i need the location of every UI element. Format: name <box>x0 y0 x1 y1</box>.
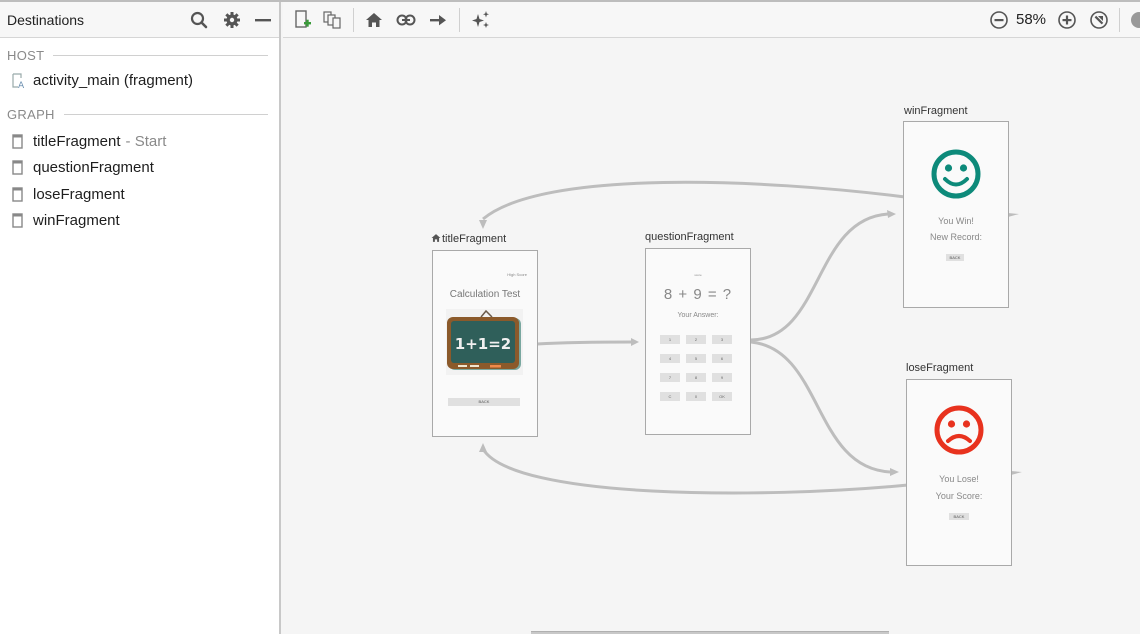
winFragment-label: winFragment <box>904 105 968 117</box>
search-icon[interactable] <box>189 10 209 30</box>
destinations-panel: Destinations HOST A activity_main (fragm… <box>0 2 281 634</box>
edge-title-to-question[interactable] <box>536 340 634 346</box>
exit-arrow <box>1011 471 1022 475</box>
score-text: score <box>694 273 702 277</box>
titleFragment-label: titleFragment <box>431 233 506 246</box>
toolbar-divider <box>353 8 354 32</box>
arrowhead <box>479 443 487 452</box>
zoom-level: 58% <box>1016 11 1047 28</box>
assign-start-icon[interactable] <box>363 9 385 31</box>
item-label: winFragment <box>33 212 120 230</box>
arrowhead <box>631 338 639 346</box>
arrowhead <box>887 210 896 218</box>
graph-canvas[interactable]: titleFragment High Score Calculation Tes… <box>283 39 1140 634</box>
graph-item-winFragment[interactable]: winFragment <box>0 208 279 235</box>
key-clear: C <box>660 392 680 401</box>
your-score-text: Your Score: <box>935 491 983 501</box>
arrowhead <box>479 220 487 229</box>
destinations-title: Destinations <box>7 11 85 28</box>
item-label: questionFragment <box>33 159 154 177</box>
panel-toggle-icon[interactable] <box>1128 9 1140 31</box>
smiley-face-icon <box>930 148 982 200</box>
fragment-icon <box>12 134 24 149</box>
arrowhead <box>890 468 899 476</box>
titleFragment-node[interactable]: High Score Calculation Test 1+1=2 BACK <box>432 250 538 437</box>
deeplink-icon[interactable] <box>395 9 417 31</box>
edge-question-to-win[interactable] <box>750 212 889 342</box>
auto-arrange-icon[interactable] <box>470 9 492 31</box>
toolbar-divider <box>459 8 460 32</box>
item-label: titleFragment <box>33 132 121 150</box>
win-text: You Win! <box>938 216 974 226</box>
loseFragment-node[interactable]: You Lose! Your Score: BACK <box>906 379 1012 566</box>
graph-section-label: GRAPH <box>0 106 279 122</box>
zoom-out-icon[interactable] <box>988 9 1010 31</box>
key-2: 2 <box>686 335 706 344</box>
keypad: 1 2 3 4 5 6 7 8 9 C 0 OK <box>660 335 732 401</box>
key-ok: OK <box>712 392 732 401</box>
divider <box>63 113 268 115</box>
key-9: 9 <box>712 373 732 382</box>
nested-graph-icon[interactable] <box>322 9 344 31</box>
graph-item-questionFragment[interactable]: questionFragment <box>0 155 279 182</box>
zoom-to-fit-icon[interactable] <box>1088 9 1110 31</box>
host-section-label: HOST <box>0 47 279 63</box>
lose-back-button: BACK <box>949 513 969 520</box>
key-5: 5 <box>686 354 706 363</box>
key-3: 3 <box>712 335 732 344</box>
new-record-text: New Record: <box>929 232 983 242</box>
navigation-editor: Destinations HOST A activity_main (fragm… <box>0 0 1140 634</box>
fragment-icon <box>12 213 24 228</box>
graph-item-titleFragment[interactable]: titleFragment - Start <box>0 128 279 155</box>
start-suffix: - Start <box>125 132 167 150</box>
fragment-icon <box>12 160 24 175</box>
gear-icon[interactable] <box>222 10 242 30</box>
host-item-label: activity_main (fragment) <box>33 72 194 89</box>
lose-text: You Lose! <box>939 474 979 484</box>
label-text: titleFragment <box>442 233 507 245</box>
graph-item-loseFragment[interactable]: loseFragment <box>0 181 279 208</box>
key-0: 0 <box>686 392 706 401</box>
new-destination-icon[interactable] <box>292 9 314 31</box>
item-label: loseFragment <box>33 185 125 203</box>
title-back-button: BACK <box>448 398 520 406</box>
high-score-text: High Score <box>507 272 527 277</box>
graph-label: GRAPH <box>7 106 55 122</box>
key-7: 7 <box>660 373 680 382</box>
title-heading: Calculation Test <box>449 289 521 300</box>
minimize-icon[interactable] <box>253 10 273 30</box>
divider <box>53 54 268 56</box>
svg-text:A: A <box>18 81 25 89</box>
question-expression: 8 + 9 = ? <box>663 286 733 303</box>
answer-label: Your Answer: <box>677 312 719 319</box>
add-action-icon[interactable] <box>427 9 449 31</box>
zoom-in-icon[interactable] <box>1056 9 1078 31</box>
board-text: 1+1=2 <box>455 335 511 353</box>
edge-question-to-lose[interactable] <box>750 340 892 474</box>
edge-lose-to-title[interactable] <box>481 448 909 495</box>
key-1: 1 <box>660 335 680 344</box>
graph-list: titleFragment - Start questionFragment l… <box>0 128 279 234</box>
key-4: 4 <box>660 354 680 363</box>
destinations-header: Destinations <box>0 2 279 38</box>
loseFragment-label: loseFragment <box>906 362 974 374</box>
start-home-icon <box>431 233 441 246</box>
chalkboard-image: 1+1=2 <box>446 309 523 375</box>
questionFragment-node[interactable]: score 8 + 9 = ? Your Answer: 1 2 3 4 5 6… <box>645 248 751 435</box>
win-back-button: BACK <box>946 254 964 261</box>
key-8: 8 <box>686 373 706 382</box>
key-6: 6 <box>712 354 732 363</box>
toolbar-divider <box>1119 8 1120 32</box>
edge-win-to-title[interactable] <box>482 180 906 221</box>
winFragment-node[interactable]: You Win! New Record: BACK <box>903 121 1009 308</box>
host-item[interactable]: A activity_main (fragment) <box>0 68 279 93</box>
fragment-icon <box>12 187 24 202</box>
layout-icon: A <box>12 73 25 91</box>
exit-arrow <box>1008 213 1019 217</box>
editor-toolbar: 58% <box>283 2 1140 38</box>
questionFragment-label: questionFragment <box>645 231 734 243</box>
host-label: HOST <box>7 47 45 63</box>
sad-face-icon <box>933 404 985 456</box>
